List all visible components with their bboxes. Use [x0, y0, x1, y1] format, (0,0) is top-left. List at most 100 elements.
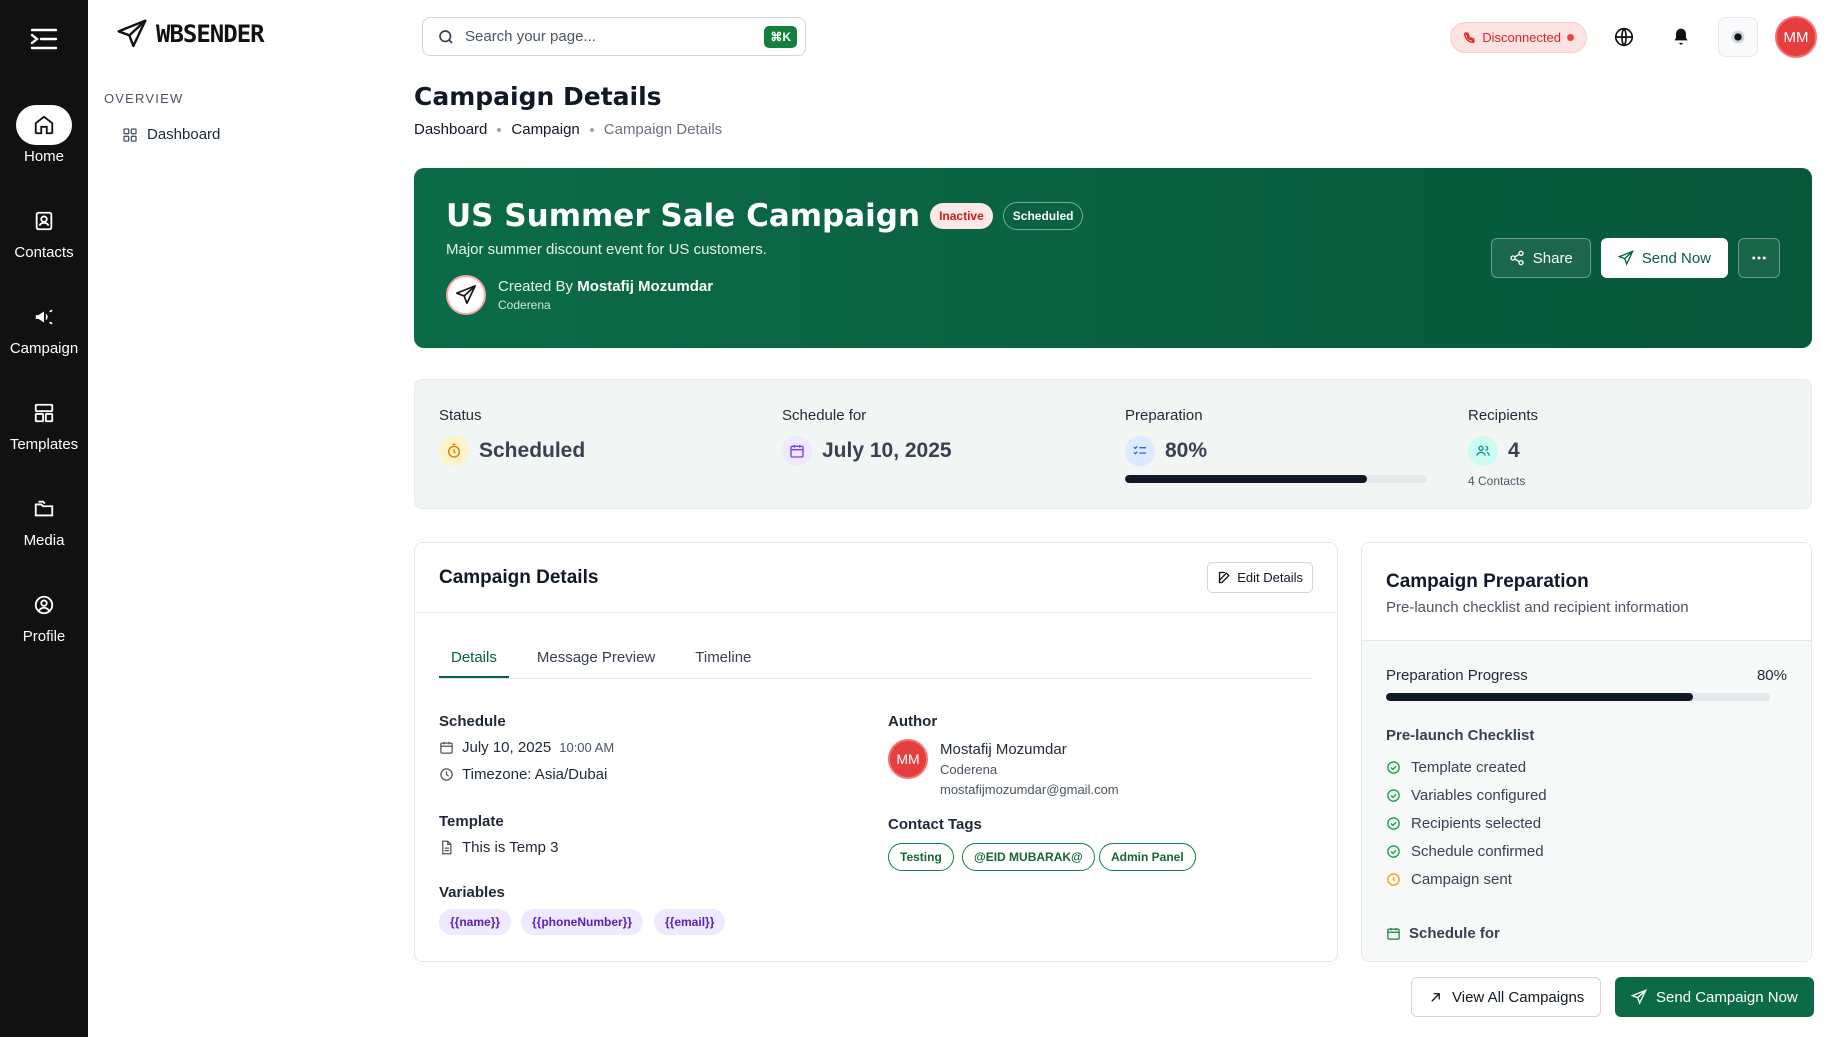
checklist-item-label: Recipients selected [1411, 815, 1542, 832]
users-icon [1468, 436, 1498, 466]
check-circle-icon [1387, 789, 1400, 802]
stat-label: Schedule for [782, 407, 867, 424]
timer-icon [439, 436, 469, 466]
campaign-hero: US Summer Sale Campaign Inactive Schedul… [414, 168, 1812, 348]
inactive-badge: Inactive [930, 203, 993, 229]
view-all-label: View All Campaigns [1452, 988, 1585, 1006]
schedule-time: 10:00 AM [559, 740, 615, 755]
rail-templates[interactable]: Templates [0, 393, 88, 453]
variables-label: Variables [439, 884, 505, 901]
paper-plane-icon [117, 19, 147, 48]
checklist-item-label: Template created [1411, 759, 1527, 776]
contact-tags-label: Contact Tags [888, 816, 982, 833]
arrow-up-right-icon [1431, 992, 1440, 1002]
creator-avatar [446, 275, 486, 315]
author-avatar: MM [888, 739, 928, 779]
grid-icon [123, 127, 137, 142]
campaign-title-row: US Summer Sale Campaign Inactive Schedul… [446, 198, 1084, 234]
rail-label: Contacts [14, 244, 74, 261]
checklist-item: Variables configured [1386, 787, 1547, 804]
send-now-button[interactable]: Send Now [1600, 238, 1728, 278]
pending-circle-icon [1387, 873, 1400, 886]
templates-icon [16, 393, 72, 433]
folder-icon [16, 489, 72, 529]
tag-chip[interactable]: Testing [888, 843, 954, 871]
card-subtitle: Pre-launch checklist and recipient infor… [1386, 599, 1689, 616]
sidebar-item-dashboard[interactable]: Dashboard [122, 126, 220, 143]
tag-chip[interactable]: @EID MUBARAK@ [962, 843, 1095, 871]
campaign-description: Major summer discount event for US custo… [446, 241, 767, 258]
stat-value: July 10, 2025 [822, 439, 952, 462]
share-button[interactable]: Share [1490, 238, 1591, 278]
creator-line: Created By Mostafij Mozumdar [498, 278, 713, 295]
card-title: Campaign Preparation [1386, 571, 1589, 592]
schedule-for-row: Schedule for [1386, 925, 1500, 942]
stat-status: Status Scheduled [439, 407, 585, 466]
author-email: mostafijmozumdar@gmail.com [940, 782, 1119, 797]
rail-profile[interactable]: Profile [0, 585, 88, 645]
breadcrumb-campaign[interactable]: Campaign [511, 121, 579, 138]
send-icon [1617, 250, 1634, 266]
breadcrumb-separator [589, 127, 594, 132]
header-actions: Disconnected MM [1450, 16, 1817, 58]
author-org: Coderena [940, 762, 998, 777]
breadcrumb-dashboard[interactable]: Dashboard [414, 121, 487, 138]
sidebar-item-label: Dashboard [147, 126, 221, 143]
preparation-progress-bar [1125, 475, 1427, 483]
tab-message-preview[interactable]: Message Preview [525, 643, 667, 678]
stat-label: Status [439, 407, 482, 424]
search-input[interactable]: Search your page... [465, 28, 754, 45]
breadcrumb-separator [497, 127, 502, 132]
tag-chip[interactable]: Admin Panel [1099, 843, 1196, 871]
bell-icon [1674, 28, 1688, 45]
checklist-item: Recipients selected [1386, 815, 1541, 832]
user-avatar[interactable]: MM [1775, 16, 1817, 58]
notifications-button[interactable] [1661, 17, 1701, 57]
send-campaign-now-button[interactable]: Send Campaign Now [1615, 977, 1814, 1017]
recipients-sub: 4 Contacts [1468, 474, 1526, 488]
calendar-icon [440, 741, 453, 754]
calendar-icon [1387, 927, 1400, 940]
send-now-label: Send Now [1641, 249, 1711, 267]
edit-details-button[interactable]: Edit Details [1207, 562, 1313, 593]
send-icon [1631, 989, 1647, 1005]
checklist-item-label: Schedule confirmed [1411, 843, 1544, 860]
connection-status[interactable]: Disconnected [1450, 21, 1587, 53]
tab-timeline[interactable]: Timeline [683, 643, 763, 678]
hero-actions: Share Send Now [1490, 238, 1780, 278]
tab-details[interactable]: Details [439, 643, 509, 678]
search-bar[interactable]: Search your page... ⌘K [422, 17, 806, 56]
checklist-item-label: Campaign sent [1411, 871, 1512, 888]
app-name: WBSENDER [156, 20, 265, 48]
app-logo[interactable]: WBSENDER [116, 18, 265, 50]
checklist-item-label: Variables configured [1411, 787, 1547, 804]
schedule-date-row: July 10, 2025 10:00 AM [439, 739, 614, 756]
check-circle-icon [1387, 817, 1400, 830]
rail-contacts[interactable]: Contacts [0, 201, 88, 261]
more-horizontal-icon [1752, 256, 1766, 260]
campaign-title: US Summer Sale Campaign [446, 198, 921, 234]
author-label: Author [888, 713, 938, 730]
more-options-button[interactable] [1738, 238, 1780, 278]
view-all-campaigns-button[interactable]: View All Campaigns [1411, 977, 1602, 1017]
edit-details-label: Edit Details [1237, 570, 1303, 585]
theme-toggle-button[interactable] [1718, 17, 1758, 57]
paper-plane-icon [456, 285, 476, 305]
rail-campaign[interactable]: Campaign [0, 297, 88, 357]
sidebar-section-label: OVERVIEW [104, 91, 184, 106]
language-button[interactable] [1604, 17, 1644, 57]
checklist-item: Campaign sent [1386, 871, 1512, 888]
rail-media[interactable]: Media [0, 489, 88, 549]
sidebar: WBSENDER OVERVIEW Dashboard [88, 0, 388, 1037]
menu-toggle-icon[interactable] [24, 22, 64, 56]
megaphone-icon [16, 297, 72, 337]
stat-schedule: Schedule for July 10, 2025 [782, 407, 952, 466]
scheduled-badge: Scheduled [1002, 202, 1084, 230]
details-tabs: Details Message Preview Timeline [439, 643, 1313, 679]
checklist-item: Schedule confirmed [1386, 843, 1544, 860]
stat-preparation: Preparation 80% [1125, 407, 1427, 483]
rail-home[interactable]: Home [0, 105, 88, 165]
progress-label: Preparation Progress [1386, 667, 1528, 684]
stat-value: 4 [1508, 439, 1520, 462]
rail-label: Templates [9, 436, 79, 453]
